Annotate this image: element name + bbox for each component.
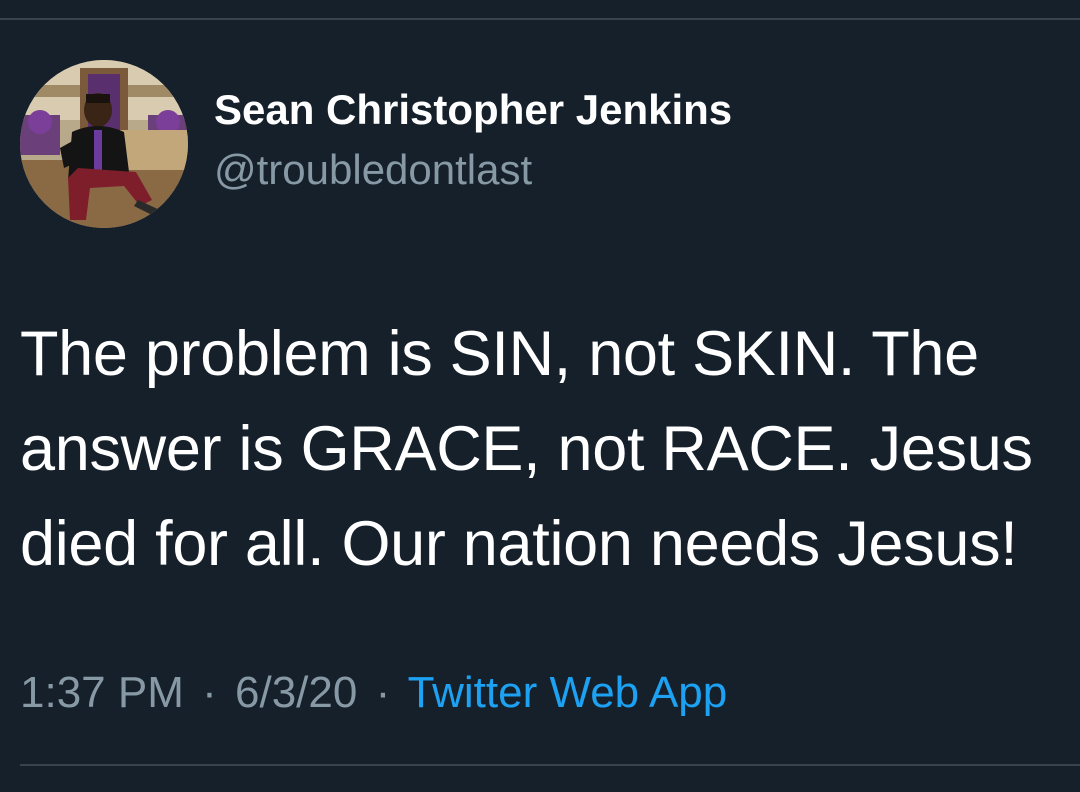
tweet-metadata: 1:37 PM · 6/3/20 · Twitter Web App: [20, 668, 727, 718]
separator-dot: ·: [202, 668, 217, 717]
tweet-source-link[interactable]: Twitter Web App: [408, 668, 728, 717]
author-avatar[interactable]: [20, 60, 188, 228]
tweet-time[interactable]: 1:37 PM: [20, 668, 184, 717]
bottom-divider: [20, 764, 1080, 766]
top-divider: [0, 18, 1080, 20]
tweet-date[interactable]: 6/3/20: [235, 668, 357, 717]
author-handle[interactable]: @troubledontlast: [214, 146, 532, 194]
author-display-name[interactable]: Sean Christopher Jenkins: [214, 86, 732, 134]
tweet-text: The problem is SIN, not SKIN. The answer…: [20, 319, 1033, 579]
profile-photo-icon: [20, 60, 188, 228]
separator-dot: ·: [375, 668, 391, 717]
